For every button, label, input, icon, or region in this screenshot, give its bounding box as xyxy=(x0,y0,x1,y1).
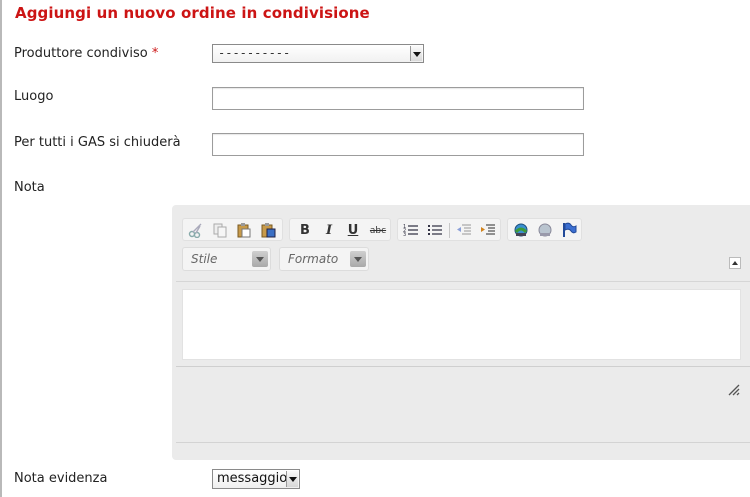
collapse-toolbar-icon[interactable] xyxy=(729,257,741,269)
resize-grip-icon[interactable] xyxy=(728,381,740,396)
close-date-input[interactable] xyxy=(212,133,584,156)
place-label: Luogo xyxy=(14,89,54,104)
indent-icon[interactable] xyxy=(479,222,497,240)
strikethrough-button[interactable]: abc xyxy=(367,222,389,240)
bold-button[interactable]: B xyxy=(296,222,314,240)
chevron-down-icon xyxy=(286,471,298,487)
producer-label-text: Produttore condiviso xyxy=(14,46,148,61)
toolbar-list-group: 123 xyxy=(397,218,501,241)
copy-icon[interactable] xyxy=(211,222,229,240)
paste-icon[interactable] xyxy=(235,222,253,240)
chevron-down-icon xyxy=(410,46,422,61)
unlink-icon[interactable] xyxy=(536,222,554,240)
page-title: Aggiungi un nuovo ordine in condivisione xyxy=(15,4,370,22)
bulleted-list-icon[interactable] xyxy=(426,222,444,240)
numbered-list-icon[interactable]: 123 xyxy=(402,222,420,240)
rich-text-editor: B I U abc 123 Stile Formato xyxy=(172,205,750,460)
producer-select-value: ---------- xyxy=(218,46,291,60)
style-combo-label: Stile xyxy=(191,252,218,266)
close-date-label: Per tutti i GAS si chiuderà xyxy=(14,135,181,150)
producer-label: Produttore condiviso * xyxy=(14,46,158,61)
editor-footer-divider xyxy=(176,442,750,443)
paste-from-word-icon[interactable] xyxy=(259,222,277,240)
producer-select[interactable]: ---------- xyxy=(212,44,424,63)
toolbar-clipboard-group xyxy=(182,218,283,241)
toolbar-link-group xyxy=(507,218,582,241)
underline-button[interactable]: U xyxy=(344,222,362,240)
required-marker: * xyxy=(151,46,159,61)
place-input[interactable] xyxy=(212,87,584,110)
format-combo-label: Formato xyxy=(288,252,339,266)
italic-button[interactable]: I xyxy=(320,222,338,240)
editor-content-area[interactable] xyxy=(182,289,741,360)
svg-text:3: 3 xyxy=(403,232,406,238)
chevron-down-icon xyxy=(350,251,366,267)
link-icon[interactable] xyxy=(512,222,530,240)
editor-bottom-divider xyxy=(176,366,750,367)
cut-icon[interactable] xyxy=(187,222,205,240)
note-label: Nota xyxy=(14,180,45,195)
style-combo[interactable]: Stile xyxy=(182,247,271,271)
chevron-down-icon xyxy=(252,251,268,267)
format-combo[interactable]: Formato xyxy=(279,247,369,271)
outdent-icon[interactable] xyxy=(455,222,473,240)
left-border xyxy=(0,0,2,497)
toolbar-separator xyxy=(449,223,450,238)
toolbar-format-group: B I U abc xyxy=(289,218,391,241)
toolbar-divider xyxy=(176,281,750,282)
anchor-icon[interactable] xyxy=(560,222,578,240)
highlight-select-value: messaggio xyxy=(217,471,288,486)
highlight-select[interactable]: messaggio xyxy=(212,469,300,489)
highlight-label: Nota evidenza xyxy=(14,471,108,486)
